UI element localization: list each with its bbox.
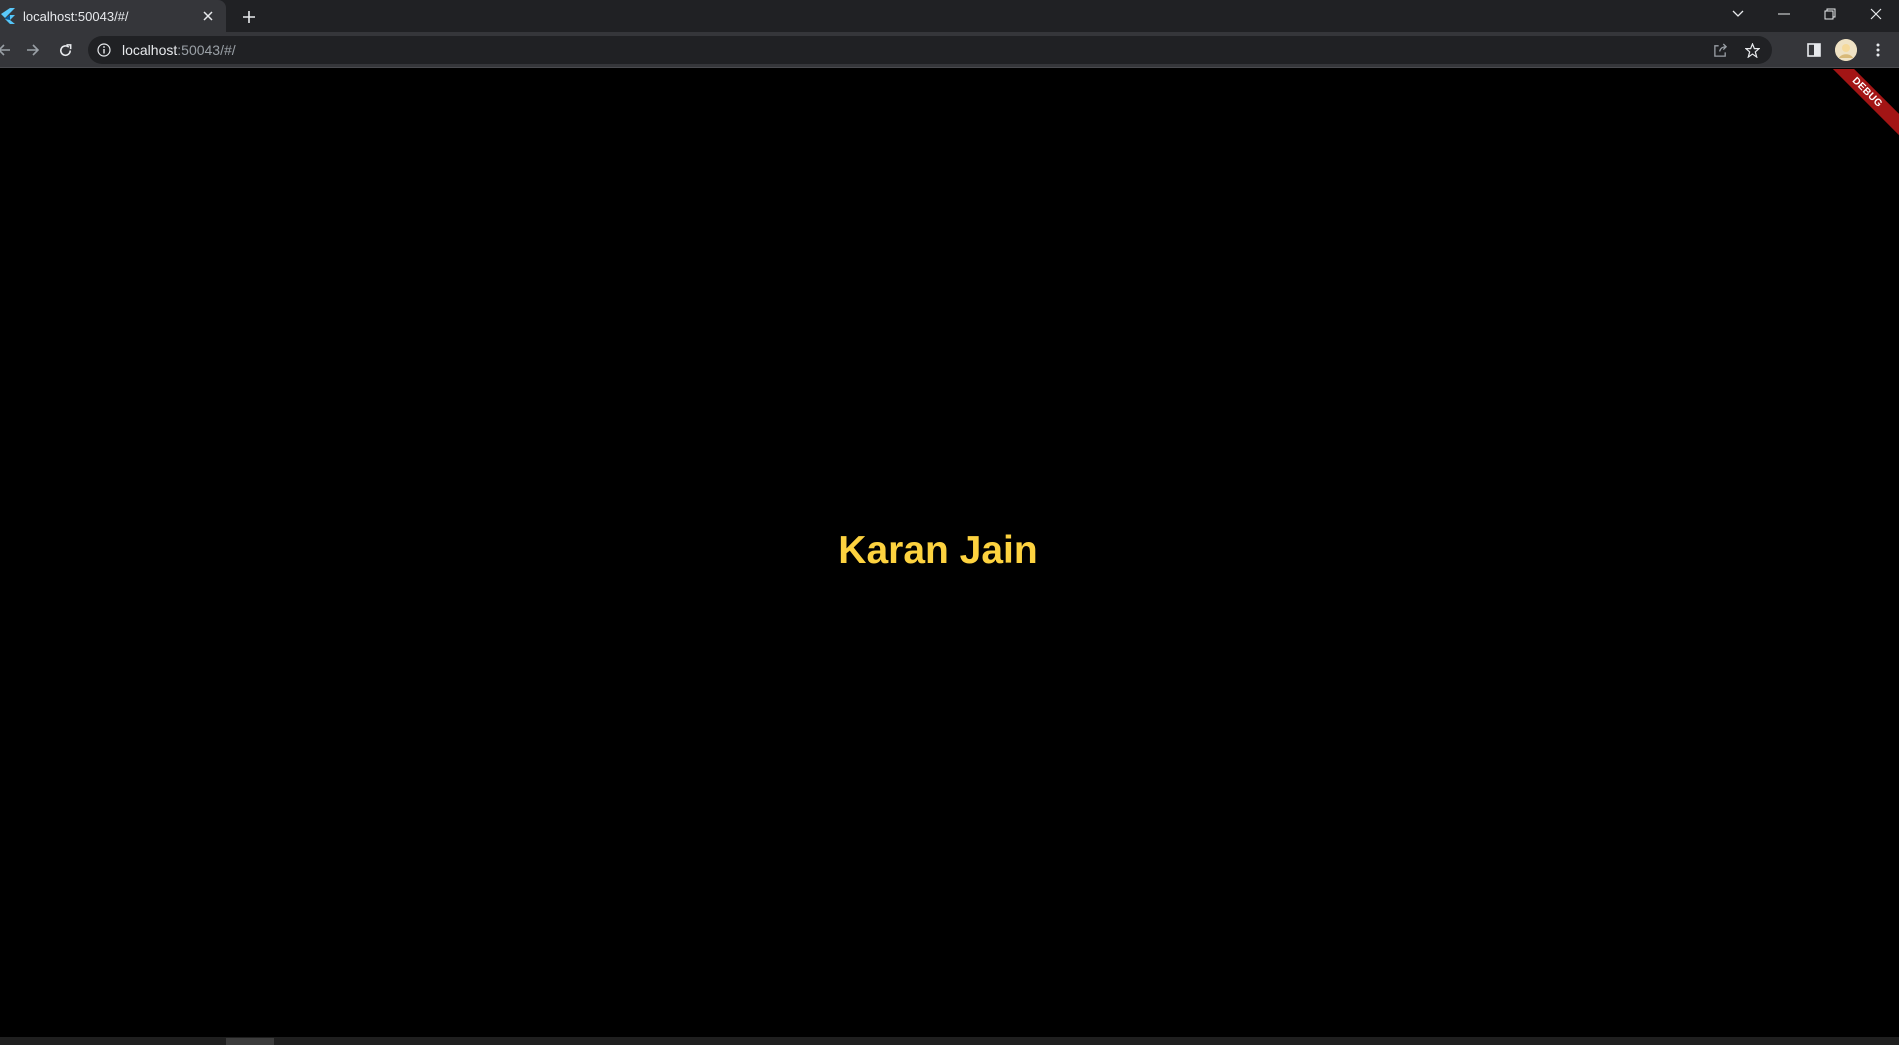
- arrow-left-icon: [0, 44, 10, 56]
- close-tab-icon[interactable]: [198, 6, 218, 26]
- debug-banner: DEBUG: [1819, 69, 1899, 141]
- browser-toolbar: localhost:50043/#/: [0, 32, 1899, 68]
- minimize-button[interactable]: [1761, 0, 1807, 28]
- star-icon[interactable]: [1738, 36, 1766, 64]
- reload-icon: [59, 43, 71, 56]
- site-info-icon[interactable]: [90, 36, 118, 64]
- horizontal-scrollbar-thumb[interactable]: [226, 1038, 274, 1045]
- address-bar[interactable]: localhost:50043/#/: [88, 36, 1772, 64]
- tab-strip: localhost:50043/#/: [0, 0, 1899, 32]
- plus-icon: [243, 11, 255, 23]
- url-host: localhost: [122, 42, 178, 58]
- more-menu-icon[interactable]: [1864, 36, 1892, 64]
- new-tab-button[interactable]: [236, 4, 262, 30]
- tab-search-button[interactable]: [1715, 0, 1761, 28]
- flutter-icon: [0, 8, 16, 24]
- browser-tab[interactable]: localhost:50043/#/: [0, 0, 226, 32]
- avatar: [1835, 39, 1857, 61]
- forward-button[interactable]: [19, 36, 47, 64]
- close-window-button[interactable]: [1853, 0, 1899, 28]
- profile-button[interactable]: [1832, 36, 1860, 64]
- name-heading: Karan Jain: [838, 529, 1038, 572]
- address-bar-actions: [1702, 36, 1766, 64]
- close-icon: [1870, 8, 1882, 20]
- restore-icon: [1824, 8, 1836, 20]
- minimize-icon: [1778, 13, 1790, 15]
- chevron-down-icon: [1732, 10, 1744, 17]
- restore-button[interactable]: [1807, 0, 1853, 28]
- share-icon[interactable]: [1706, 36, 1734, 64]
- bottom-strip: [0, 1037, 1899, 1045]
- page-viewport: Karan Jain DEBUG: [0, 69, 1899, 1037]
- arrow-right-icon: [27, 44, 40, 56]
- url-path: :50043/#/: [177, 42, 236, 58]
- back-button[interactable]: [0, 36, 18, 64]
- url-text[interactable]: localhost:50043/#/: [122, 42, 236, 58]
- window-controls: [1715, 0, 1899, 28]
- toolbar-right: [1800, 36, 1892, 64]
- tab-title: localhost:50043/#/: [23, 8, 129, 24]
- side-panel-icon[interactable]: [1800, 36, 1828, 64]
- reload-button[interactable]: [51, 36, 79, 64]
